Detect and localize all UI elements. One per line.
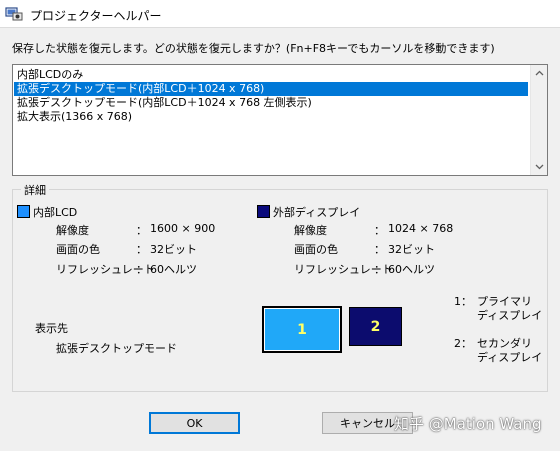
- watermark-text: 知乎 @Mation Wang: [394, 415, 542, 433]
- legend-secondary-line2: ディスプレイ: [477, 351, 543, 364]
- destination-value: 拡張デスクトップモード: [56, 342, 177, 355]
- list-item[interactable]: 拡大表示(1366 x 768): [14, 110, 528, 124]
- internal-lcd-title: 内部LCD: [33, 206, 78, 219]
- separator: ：: [136, 243, 147, 256]
- separator: ：: [136, 224, 147, 237]
- primary-monitor-box[interactable]: 1: [262, 306, 342, 353]
- list-scrollbar[interactable]: [530, 65, 547, 175]
- external-resolution-value: 1024 × 768: [388, 222, 454, 235]
- instruction-text: 保存した状態を復元します。どの状態を復元しますか？(Fn+F8キーでもカーソルを…: [12, 42, 495, 55]
- title-bar: プロジェクターヘルパー: [0, 0, 560, 28]
- external-refresh-value: 60ヘルツ: [388, 263, 435, 276]
- external-resolution-label: 解像度: [294, 224, 327, 237]
- scroll-up-arrow-icon[interactable]: [531, 65, 548, 82]
- internal-color-label: 画面の色: [56, 243, 100, 256]
- destination-label: 表示先: [35, 322, 68, 335]
- list-item[interactable]: 内部LCDのみ: [14, 68, 528, 82]
- projector-helper-icon: [5, 7, 23, 21]
- window-title: プロジェクターヘルパー: [30, 9, 162, 23]
- internal-resolution-label: 解像度: [56, 224, 89, 237]
- separator: ：: [374, 224, 385, 237]
- external-color-value: 32ビット: [388, 243, 435, 256]
- list-item-selected[interactable]: 拡張デスクトップモード(内部LCD＋1024 x 768): [14, 82, 528, 96]
- separator: ：: [136, 263, 147, 276]
- external-display-title: 外部ディスプレイ: [273, 206, 361, 219]
- external-color-label: 画面の色: [294, 243, 338, 256]
- legend-primary-number: 1：: [454, 295, 472, 308]
- internal-lcd-color-swatch: [17, 205, 30, 218]
- ok-button[interactable]: OK: [149, 412, 240, 434]
- saved-states-list[interactable]: 内部LCDのみ 拡張デスクトップモード(内部LCD＋1024 x 768) 拡張…: [12, 64, 548, 176]
- internal-resolution-value: 1600 × 900: [150, 222, 216, 235]
- separator: ：: [374, 263, 385, 276]
- scroll-down-arrow-icon[interactable]: [531, 158, 548, 175]
- list-item[interactable]: 拡張デスクトップモード(内部LCD＋1024 x 768 左側表示): [14, 96, 528, 110]
- secondary-monitor-box[interactable]: 2: [349, 307, 402, 346]
- separator: ：: [374, 243, 385, 256]
- internal-refresh-value: 60ヘルツ: [150, 263, 197, 276]
- internal-color-value: 32ビット: [150, 243, 197, 256]
- details-group-title: 詳細: [21, 182, 49, 198]
- legend-primary-line2: ディスプレイ: [477, 309, 543, 322]
- legend-secondary-number: 2：: [454, 337, 472, 350]
- external-display-color-swatch: [257, 205, 270, 218]
